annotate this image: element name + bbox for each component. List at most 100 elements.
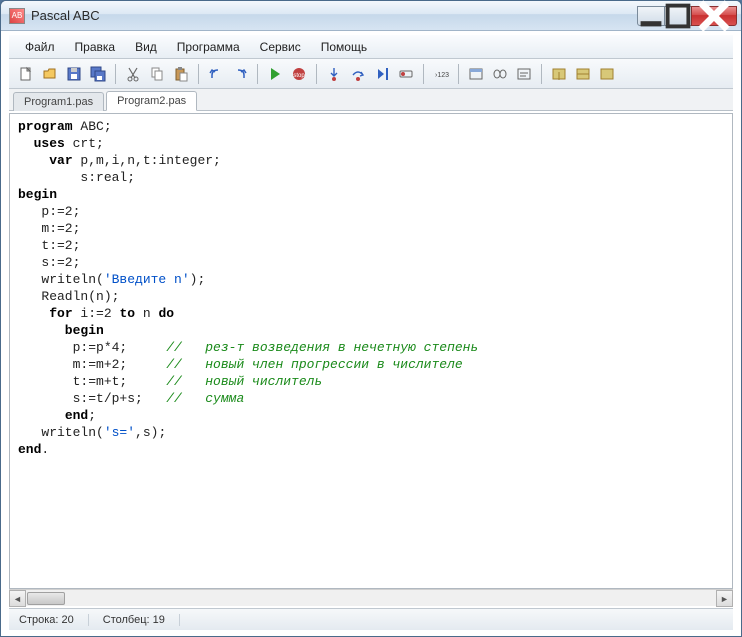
app-window: AB Pascal ABC Файл Правка Вид Программа …	[0, 0, 742, 637]
toolbar-separator	[541, 64, 542, 84]
statusbar: Строка: 20 Столбец: 19	[9, 608, 733, 630]
toolbar-separator	[198, 64, 199, 84]
code-kw: begin	[18, 323, 104, 338]
close-button[interactable]	[691, 6, 737, 26]
titlebar[interactable]: AB Pascal ABC	[1, 1, 741, 31]
watch-icon[interactable]	[489, 63, 511, 85]
menu-view[interactable]: Вид	[127, 37, 165, 57]
breakpoint-icon[interactable]	[395, 63, 417, 85]
status-col-label: Столбец:	[103, 614, 150, 626]
code-text: t:=m+t;	[18, 374, 166, 389]
code-text: );	[190, 272, 206, 287]
code-comment: // новый член прогрессии в числителе	[166, 357, 462, 372]
panel1-icon[interactable]	[548, 63, 570, 85]
copy-icon[interactable]	[146, 63, 168, 85]
redo-icon[interactable]	[229, 63, 251, 85]
paste-icon[interactable]	[170, 63, 192, 85]
editor-tabs: Program1.pas Program2.pas	[9, 89, 733, 111]
toolbar: stop ›123	[9, 59, 733, 89]
save-icon[interactable]	[63, 63, 85, 85]
menu-file[interactable]: Файл	[17, 37, 63, 57]
status-col: Столбец: 19	[103, 614, 180, 626]
cut-icon[interactable]	[122, 63, 144, 85]
code-comment: // новый числитель	[166, 374, 322, 389]
code-text: i:=2	[73, 306, 120, 321]
code-text	[18, 408, 65, 423]
maximize-button[interactable]	[664, 6, 692, 26]
scroll-left-arrow-icon[interactable]: ◄	[9, 590, 26, 607]
minimize-button[interactable]	[637, 6, 665, 26]
code-text: crt;	[65, 136, 104, 151]
step-into-icon[interactable]	[323, 63, 345, 85]
step-over-icon[interactable]	[347, 63, 369, 85]
code-text: .	[41, 442, 49, 457]
code-string: 'Введите n'	[104, 272, 190, 287]
tab-program2[interactable]: Program2.pas	[106, 91, 197, 111]
code-text: m:=m+2;	[18, 357, 166, 372]
status-line: Строка: 20	[19, 614, 89, 626]
panel3-icon[interactable]	[596, 63, 618, 85]
panel2-icon[interactable]	[572, 63, 594, 85]
menubar: Файл Правка Вид Программа Сервис Помощь	[9, 35, 733, 59]
code-kw: end	[65, 408, 88, 423]
code-text: ;	[88, 408, 96, 423]
code-text: t:=2;	[18, 238, 80, 253]
toolbar-separator	[458, 64, 459, 84]
window-title: Pascal ABC	[31, 8, 638, 23]
status-line-value: 20	[62, 614, 74, 626]
code-comment: // рез-т возведения в нечетную степень	[166, 340, 478, 355]
menu-help[interactable]: Помощь	[313, 37, 375, 57]
toolbar-separator	[257, 64, 258, 84]
code-editor[interactable]: program ABC; uses crt; var p,m,i,n,t:int…	[10, 114, 732, 588]
scroll-right-arrow-icon[interactable]: ►	[716, 590, 733, 607]
horizontal-scrollbar[interactable]: ◄ ►	[9, 589, 733, 606]
new-file-icon[interactable]	[15, 63, 37, 85]
run-icon[interactable]	[264, 63, 286, 85]
code-comment: // сумма	[166, 391, 244, 406]
code-text: writeln(	[18, 272, 104, 287]
code-kw: for	[49, 306, 72, 321]
status-line-label: Строка:	[19, 614, 58, 626]
editor-area: program ABC; uses crt; var p,m,i,n,t:int…	[9, 113, 733, 589]
code-text: n	[135, 306, 158, 321]
code-text: s:=t/p+s;	[18, 391, 166, 406]
code-kw: do	[158, 306, 174, 321]
menu-service[interactable]: Сервис	[252, 37, 309, 57]
code-text: p:=p*4;	[18, 340, 166, 355]
goto-line-icon[interactable]: ›123	[430, 63, 452, 85]
save-all-icon[interactable]	[87, 63, 109, 85]
run-to-cursor-icon[interactable]	[371, 63, 393, 85]
status-col-value: 19	[153, 614, 165, 626]
code-text: writeln(	[18, 425, 104, 440]
toolbar-separator	[423, 64, 424, 84]
code-text: p,m,i,n,t:integer;	[73, 153, 221, 168]
code-kw: uses	[34, 136, 65, 151]
code-kw: end	[18, 442, 41, 457]
toolbar-separator	[316, 64, 317, 84]
tab-program1[interactable]: Program1.pas	[13, 92, 104, 111]
menu-edit[interactable]: Правка	[67, 37, 124, 57]
code-text: Readln(n);	[18, 289, 119, 304]
window-icon[interactable]	[465, 63, 487, 85]
scroll-thumb[interactable]	[27, 592, 65, 605]
code-text: ,s);	[135, 425, 166, 440]
code-kw: var	[49, 153, 72, 168]
svg-text:stop: stop	[293, 73, 305, 79]
menu-program[interactable]: Программа	[169, 37, 248, 57]
code-text: ABC;	[73, 119, 112, 134]
code-string: 's='	[104, 425, 135, 440]
app-icon: AB	[9, 8, 25, 24]
open-file-icon[interactable]	[39, 63, 61, 85]
code-text: p:=2;	[18, 204, 80, 219]
output-icon[interactable]	[513, 63, 535, 85]
code-kw: program	[18, 119, 73, 134]
code-text: m:=2;	[18, 221, 80, 236]
code-text	[18, 306, 49, 321]
stop-icon[interactable]: stop	[288, 63, 310, 85]
svg-text:›123: ›123	[435, 72, 449, 79]
code-text: s:=2;	[18, 255, 80, 270]
code-text: s:real;	[18, 170, 135, 185]
code-kw: begin	[18, 187, 57, 202]
undo-icon[interactable]	[205, 63, 227, 85]
code-kw: to	[119, 306, 135, 321]
